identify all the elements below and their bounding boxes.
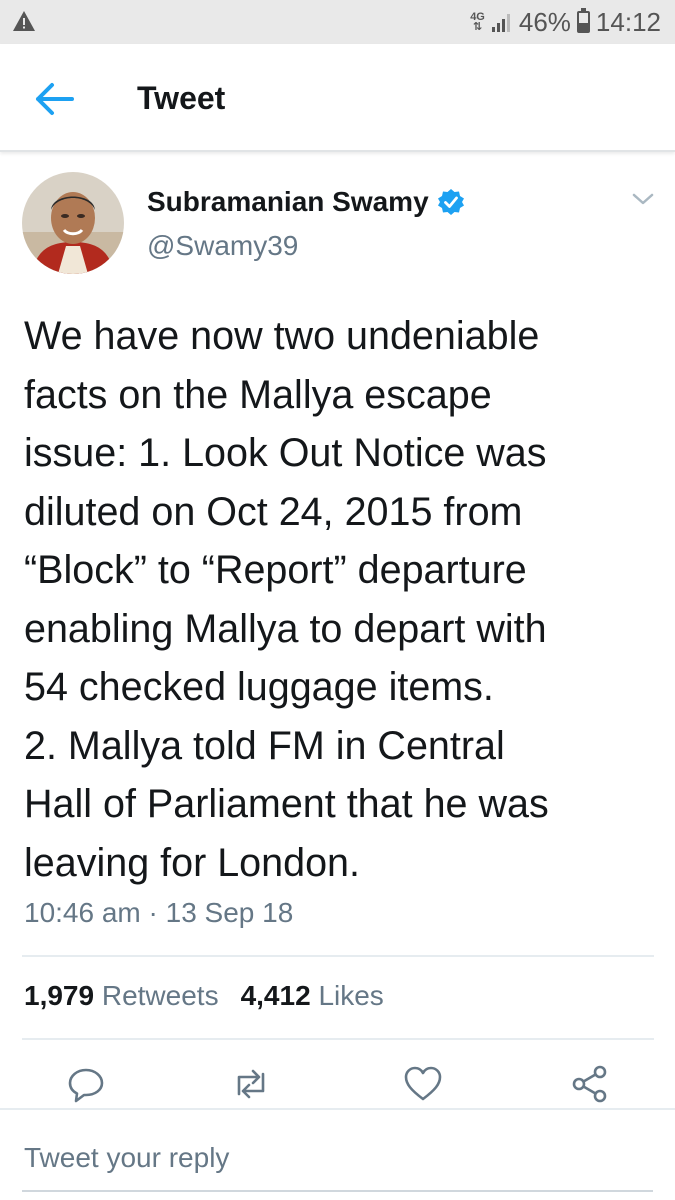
battery-percent: 46%: [518, 6, 571, 37]
tweet-timestamp: 10:46 am · 13 Sep 18: [24, 897, 294, 928]
retweets-stat[interactable]: 1,979 Retweets: [24, 980, 219, 1012]
page-title: Tweet: [137, 80, 226, 116]
retweets-label: Retweets: [101, 980, 219, 1011]
back-arrow-icon[interactable]: [28, 78, 78, 120]
network-type: 4G ⇅: [470, 11, 485, 33]
divider: [22, 1038, 654, 1040]
status-time: 14:12: [595, 6, 661, 37]
divider: [22, 955, 654, 957]
retweets-count: 1,979: [24, 980, 95, 1011]
tweet-text: We have now two undeniable facts on the …: [24, 314, 549, 885]
likes-stat[interactable]: 4,412 Likes: [241, 980, 384, 1012]
author-name[interactable]: Subramanian Swamy: [147, 186, 429, 218]
likes-count: 4,412: [240, 980, 311, 1011]
avatar-image: [22, 172, 124, 274]
warning-icon: [13, 11, 35, 31]
author-handle[interactable]: @Swamy39: [147, 230, 298, 262]
verified-badge-icon: [437, 189, 464, 215]
chevron-down-icon[interactable]: [630, 190, 656, 208]
reply-bar: Tweet your reply: [0, 1108, 675, 1200]
reply-input[interactable]: Tweet your reply: [24, 1142, 229, 1174]
battery-icon: [576, 8, 590, 33]
avatar[interactable]: [22, 172, 124, 274]
retweet-icon[interactable]: [231, 1064, 271, 1104]
share-icon[interactable]: [570, 1064, 610, 1104]
status-bar: 4G ⇅ 46% 14:12: [0, 0, 675, 44]
reply-icon[interactable]: [66, 1064, 106, 1104]
app-bar: Tweet: [0, 44, 675, 152]
tweet-stats: 1,979 Retweets 4,412 Likes: [24, 980, 384, 1012]
reply-underline: [22, 1190, 653, 1192]
signal-icon: [491, 14, 510, 32]
action-bar: [0, 1060, 675, 1110]
like-icon[interactable]: [403, 1064, 443, 1104]
likes-label: Likes: [318, 980, 384, 1011]
